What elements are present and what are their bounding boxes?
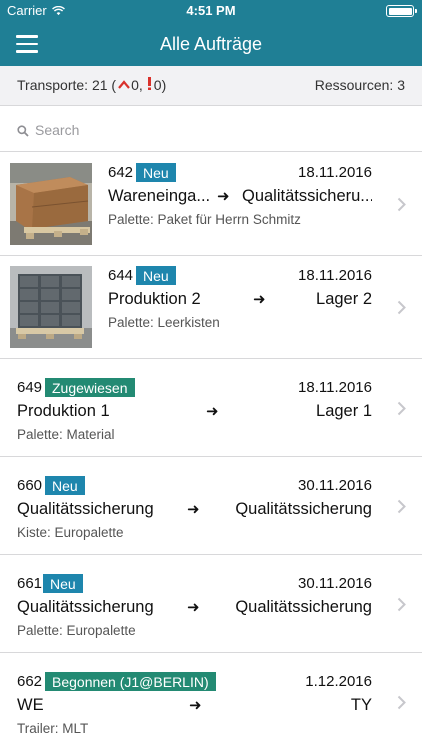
order-date: 1.12.2016 [305, 673, 372, 690]
transport-summary: Transporte: 21 ( 0, 0) [17, 77, 166, 93]
status-badge: Neu [136, 163, 176, 182]
status-badge: Zugewiesen [45, 378, 135, 397]
cardboard-box-on-pallet-image [10, 163, 92, 245]
chevron-right-icon [397, 597, 406, 612]
chevron-right-icon [397, 499, 406, 514]
order-date: 18.11.2016 [298, 267, 372, 284]
order-from: Qualitätssicherung [17, 500, 154, 518]
order-number: 644 [108, 267, 134, 284]
order-to: Qualitätssicherung [235, 598, 372, 616]
order-to: Qualitätssicherung [235, 500, 372, 518]
order-row[interactable]: 661 Neu 30.11.2016 Qualitätssicherung ➜ … [0, 555, 422, 653]
orders-list: 642 Neu 18.11.2016 Wareneinga... ➜ Quali… [0, 153, 422, 750]
status-badge: Neu [136, 266, 176, 285]
order-number: 662 [17, 673, 43, 690]
order-from: Qualitätssicherung [17, 598, 154, 616]
order-from: Produktion 2 [108, 290, 201, 308]
order-from: Produktion 1 [17, 402, 110, 420]
order-detail: Kiste: Europalette [17, 525, 124, 540]
status-badge: Neu [43, 574, 83, 593]
chevron-right-icon [397, 197, 406, 212]
page-title: Alle Aufträge [159, 34, 263, 54]
order-date: 30.11.2016 [298, 477, 372, 494]
order-from: Wareneinga... [108, 187, 211, 205]
order-detail: Palette: Europalette [17, 623, 136, 638]
arrow-right-icon: ➜ [187, 599, 200, 616]
arrow-right-icon: ➜ [189, 697, 202, 714]
order-content: 642 Neu 18.11.2016 Wareneinga... ➜ Quali… [108, 162, 372, 227]
exclamation-icon [147, 77, 152, 93]
arrow-right-icon: ➜ [187, 501, 200, 518]
order-date: 18.11.2016 [298, 164, 372, 181]
chevron-right-icon [397, 300, 406, 315]
chevron-right-icon [397, 695, 406, 710]
order-detail: Trailer: MLT [17, 721, 89, 736]
order-number: 660 [17, 477, 43, 494]
arrow-right-icon: ➜ [206, 403, 219, 420]
status-badge: Neu [45, 476, 85, 495]
chevron-right-icon [397, 401, 406, 416]
clock: 4:51 PM [186, 3, 236, 18]
order-row[interactable]: 660 Neu 30.11.2016 Qualitätssicherung ➜ … [0, 457, 422, 555]
order-row[interactable]: 649 Zugewiesen 18.11.2016 Produktion 1 ➜… [0, 359, 422, 457]
order-content: 661 Neu 30.11.2016 Qualitätssicherung ➜ … [17, 573, 372, 638]
search-icon [17, 125, 29, 137]
up-count: 0, [131, 77, 143, 93]
stacked-crates-on-pallet-image [10, 266, 92, 348]
order-to: Lager 1 [316, 402, 372, 420]
order-detail: Palette: Leerkisten [108, 315, 220, 330]
order-row[interactable]: 642 Neu 18.11.2016 Wareneinga... ➜ Quali… [0, 153, 422, 256]
order-content: 644 Neu 18.11.2016 Produktion 2 ➜ Lager … [108, 265, 372, 330]
battery-icon [386, 5, 417, 17]
order-detail: Palette: Paket für Herrn Schmitz [108, 212, 301, 227]
order-to: TY [350, 696, 372, 714]
order-to: Qualitätssicheru... [242, 187, 372, 205]
order-number: 661 [17, 575, 43, 592]
order-from: WE [17, 696, 44, 714]
chevron-up-icon [118, 78, 130, 92]
order-date: 18.11.2016 [298, 379, 372, 396]
order-number: 649 [17, 379, 43, 396]
summary-bar: Transporte: 21 ( 0, 0) Ressourcen: 3 [0, 66, 422, 106]
order-date: 30.11.2016 [298, 575, 372, 592]
order-detail: Palette: Material [17, 427, 115, 442]
order-content: 662 Begonnen (J1@BERLIN) 1.12.2016 WE ➜ … [17, 671, 372, 736]
arrow-right-icon: ➜ [217, 188, 230, 205]
status-badge: Begonnen (J1@BERLIN) [45, 672, 216, 691]
navigation-bar: Alle Aufträge [0, 22, 422, 66]
arrow-right-icon: ➜ [253, 291, 266, 308]
search-bar [0, 107, 422, 152]
resources-count: Ressourcen: 3 [314, 77, 405, 93]
order-row[interactable]: 644 Neu 18.11.2016 Produktion 2 ➜ Lager … [0, 256, 422, 359]
order-number: 642 [108, 164, 134, 181]
order-content: 660 Neu 30.11.2016 Qualitätssicherung ➜ … [17, 475, 372, 540]
order-content: 649 Zugewiesen 18.11.2016 Produktion 1 ➜… [17, 377, 372, 442]
order-row[interactable]: 662 Begonnen (J1@BERLIN) 1.12.2016 WE ➜ … [0, 653, 422, 750]
order-to: Lager 2 [316, 290, 372, 308]
search-input[interactable] [35, 119, 395, 141]
status-bar: Carrier 4:51 PM [0, 0, 422, 22]
alert-count: 0) [153, 77, 167, 93]
transport-count-label: Transporte: 21 ( [17, 77, 117, 93]
